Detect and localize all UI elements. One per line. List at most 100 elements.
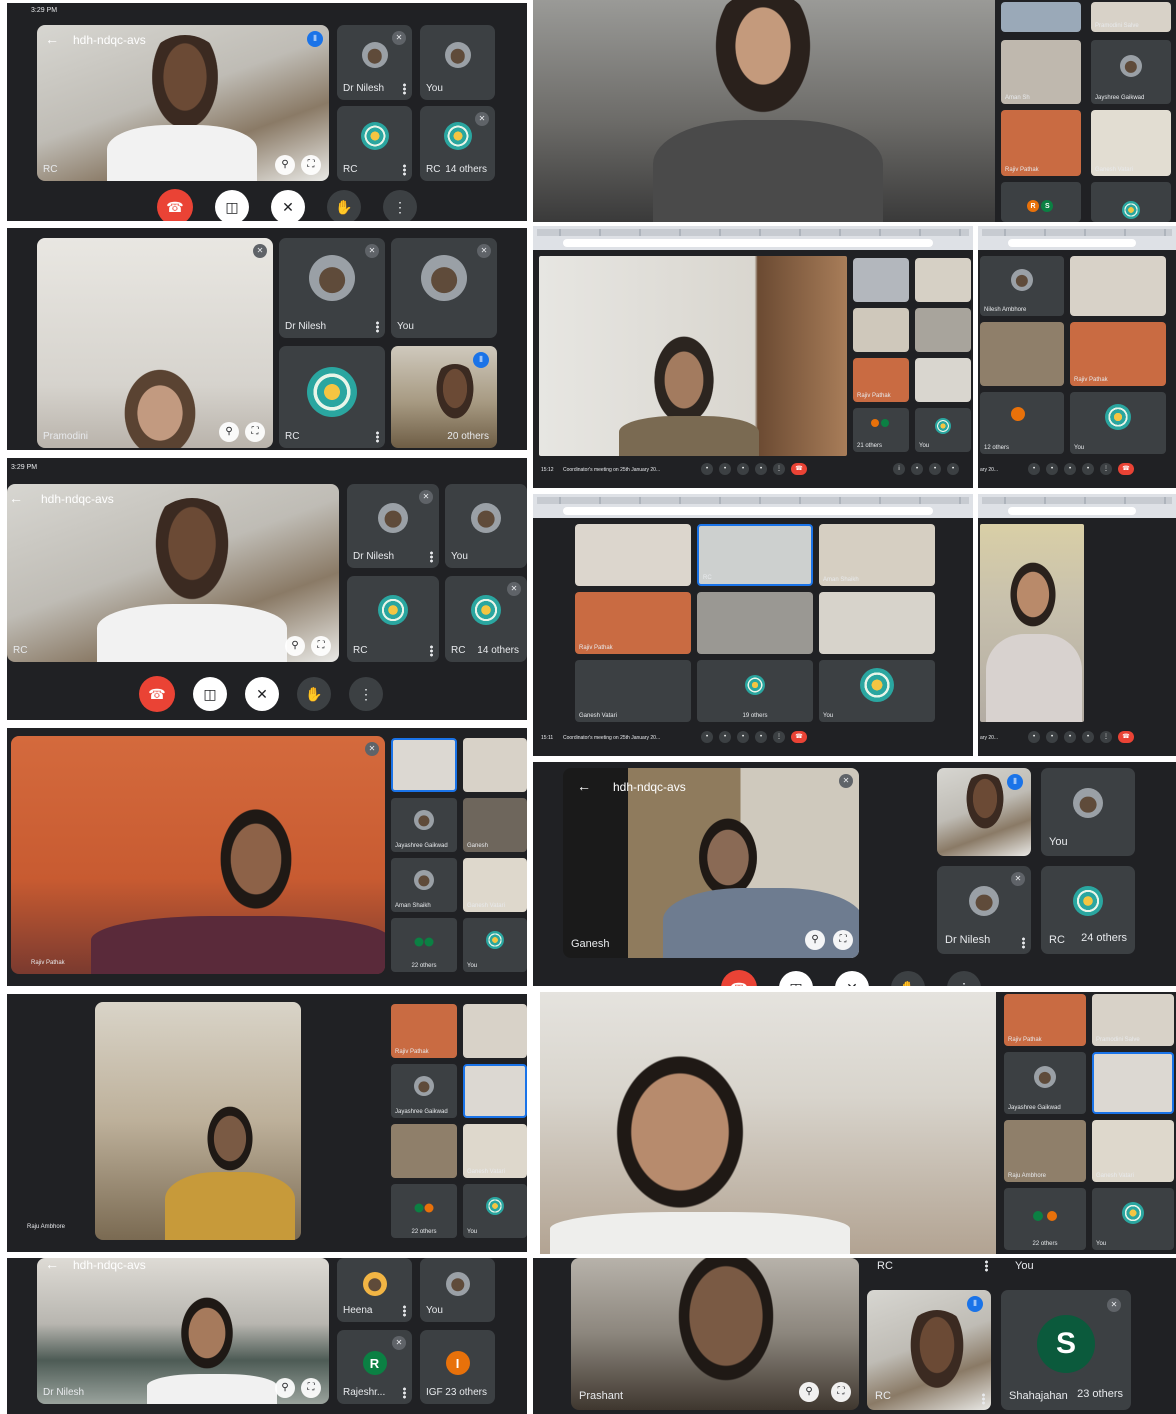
people-button[interactable]: • [911, 463, 923, 475]
thumb-you[interactable]: You [915, 408, 971, 452]
others-count[interactable]: 20 others [447, 431, 489, 442]
tile-shahajahan[interactable]: S ✕ Shahajahan 23 others [1001, 1290, 1131, 1410]
more-options-icon[interactable] [403, 83, 406, 95]
tile-igf-others[interactable]: I IGF 23 others [420, 1330, 495, 1404]
others-count[interactable]: 22 others [411, 1229, 436, 1235]
browser-toolbar[interactable] [533, 226, 973, 250]
more-options-icon[interactable] [376, 321, 379, 333]
tile-speaker[interactable]: ⦀ [937, 768, 1031, 856]
main-video[interactable] [980, 524, 1084, 722]
meeting-room-name[interactable]: hdh-ndqc-avs [73, 33, 146, 47]
camera-button[interactable]: • [719, 731, 731, 743]
hang-up-button[interactable]: ☎ [791, 731, 807, 743]
main-video[interactable]: Prashant ⚲ ⛶ [571, 1258, 859, 1410]
fullscreen-icon[interactable]: ⛶ [833, 930, 853, 950]
pin-icon[interactable]: ⚲ [805, 930, 825, 950]
others-count[interactable]: 24 others [1081, 932, 1127, 944]
thumb-4[interactable] [463, 1064, 527, 1118]
raise-hand-button[interactable]: ✋ [327, 190, 361, 221]
meeting-room-name[interactable]: hdh-ndqc-avs [41, 492, 114, 506]
thumb-3[interactable]: Jayashree Gaikwad [1004, 1052, 1086, 1114]
hang-up-button[interactable]: ☎ [139, 676, 175, 712]
tile-rc[interactable]: RC [279, 346, 385, 448]
tile-dr-nilesh[interactable]: ✕ Dr Nilesh [279, 238, 385, 338]
grid-tile-6[interactable] [819, 592, 935, 654]
pin-icon[interactable]: ⚲ [799, 1382, 819, 1402]
thumb-5[interactable]: Raju Ambhore [1004, 1120, 1086, 1182]
thumb-others[interactable]: 21 others [853, 408, 909, 452]
thumb-you[interactable]: You [463, 1184, 527, 1238]
thumb-1[interactable] [391, 738, 457, 792]
thumb-4[interactable]: Ganesh [463, 798, 527, 852]
more-options-button[interactable]: ⋮ [773, 731, 785, 743]
tile-heena[interactable]: Heena [337, 1258, 412, 1322]
grid-tile-1[interactable] [575, 524, 691, 586]
grid-tile-2[interactable]: RC [697, 524, 813, 586]
thumb-1[interactable]: Rajiv Pathak [391, 1004, 457, 1058]
camera-off-button[interactable]: ◫ [193, 677, 227, 711]
back-arrow-icon[interactable]: ← [9, 490, 23, 506]
grid-tile-4[interactable]: Rajiv Pathak [575, 592, 691, 654]
tile-dr-nilesh[interactable]: ✕ Dr Nilesh [337, 25, 412, 100]
more-options-icon[interactable] [430, 645, 433, 657]
main-video[interactable] [540, 992, 996, 1254]
hang-up-button[interactable]: ☎ [1118, 731, 1134, 743]
browser-toolbar[interactable] [533, 494, 973, 518]
more-options-icon[interactable] [982, 1393, 985, 1405]
thumb-others[interactable]: 22 others [1004, 1188, 1086, 1250]
back-arrow-icon[interactable]: ← [45, 31, 59, 47]
thumb-6[interactable]: Ganesh Vatari [1092, 1120, 1174, 1182]
others-count[interactable]: 12 others [984, 445, 1009, 451]
main-video[interactable]: Pramodini ✕ ⚲ ⛶ [37, 238, 273, 448]
thumb-5[interactable]: Rajiv Pathak [853, 358, 909, 402]
thumb-4[interactable]: Rajiv Pathak [1070, 322, 1166, 386]
others-count[interactable]: 14 others [445, 164, 487, 175]
thumb-3[interactable]: Aman Sh [1001, 40, 1081, 104]
thumb-you[interactable]: You [1092, 1188, 1174, 1250]
raise-hand-button[interactable]: ✋ [297, 677, 331, 711]
more-options-button[interactable]: ⋮ [773, 463, 785, 475]
others-count[interactable]: 19 others [742, 713, 767, 719]
others-count[interactable]: 14 others [477, 645, 519, 656]
more-options-icon[interactable] [403, 164, 406, 176]
mic-button[interactable]: • [701, 463, 713, 475]
tile-rc[interactable]: ⦀ RC [867, 1290, 991, 1410]
main-video[interactable]: ← hdh-ndqc-avs ⦀ RC ⚲ ⛶ [37, 25, 329, 181]
tile-rajeshri[interactable]: R ✕ Rajeshr... [337, 1330, 412, 1404]
thumb-3[interactable]: Jayashree Gaikwad [391, 798, 457, 852]
fullscreen-icon[interactable]: ⛶ [245, 422, 265, 442]
fullscreen-icon[interactable]: ⛶ [301, 155, 321, 175]
meeting-room-name[interactable]: hdh-ndqc-avs [73, 1258, 146, 1272]
more-options-button[interactable]: ⋮ [1100, 463, 1112, 475]
camera-button[interactable]: • [1046, 463, 1058, 475]
pin-icon[interactable]: ⚲ [275, 155, 295, 175]
thumb-others[interactable]: 22 others [391, 1184, 457, 1238]
activities-button[interactable]: • [947, 463, 959, 475]
present-button[interactable]: • [1082, 731, 1094, 743]
thumb-4[interactable] [1092, 1052, 1174, 1114]
thumb-6[interactable]: Ganesh Vatari [463, 1124, 527, 1178]
raise-hand-button[interactable]: ✋ [891, 971, 925, 986]
grid-tile-others[interactable]: 19 others [697, 660, 813, 722]
main-video[interactable]: ✕ Rajiv Pathak [11, 736, 385, 974]
raise-hand-button[interactable]: • [1064, 731, 1076, 743]
main-video[interactable]: ← hdh-ndqc-avs ✕ Ganesh ⚲ ⛶ [563, 768, 859, 958]
more-options-icon[interactable] [403, 1387, 406, 1399]
present-button[interactable]: • [755, 731, 767, 743]
more-options-button[interactable]: ⋮ [383, 190, 417, 221]
grid-tile-3[interactable]: Aman Shaikh [819, 524, 935, 586]
present-button[interactable]: • [755, 463, 767, 475]
fullscreen-icon[interactable]: ⛶ [301, 1378, 321, 1398]
mic-button[interactable]: • [1028, 463, 1040, 475]
tile-others[interactable]: ⦀ 20 others [391, 346, 497, 448]
hang-up-button[interactable]: ☎ [791, 463, 807, 475]
back-arrow-icon[interactable]: ← [45, 1258, 59, 1272]
thumb-1[interactable]: Nilesh Ambhore [980, 256, 1064, 316]
grid-tile-7[interactable]: Ganesh Vatari [575, 660, 691, 722]
tile-you[interactable]: You [1041, 768, 1135, 856]
others-count[interactable]: 23 others [445, 1387, 487, 1398]
thumb-2[interactable]: Pramodini Salve [1091, 2, 1171, 32]
thumb-1[interactable] [1001, 2, 1081, 32]
thumb-2[interactable] [915, 258, 971, 302]
thumb-4[interactable] [915, 308, 971, 352]
